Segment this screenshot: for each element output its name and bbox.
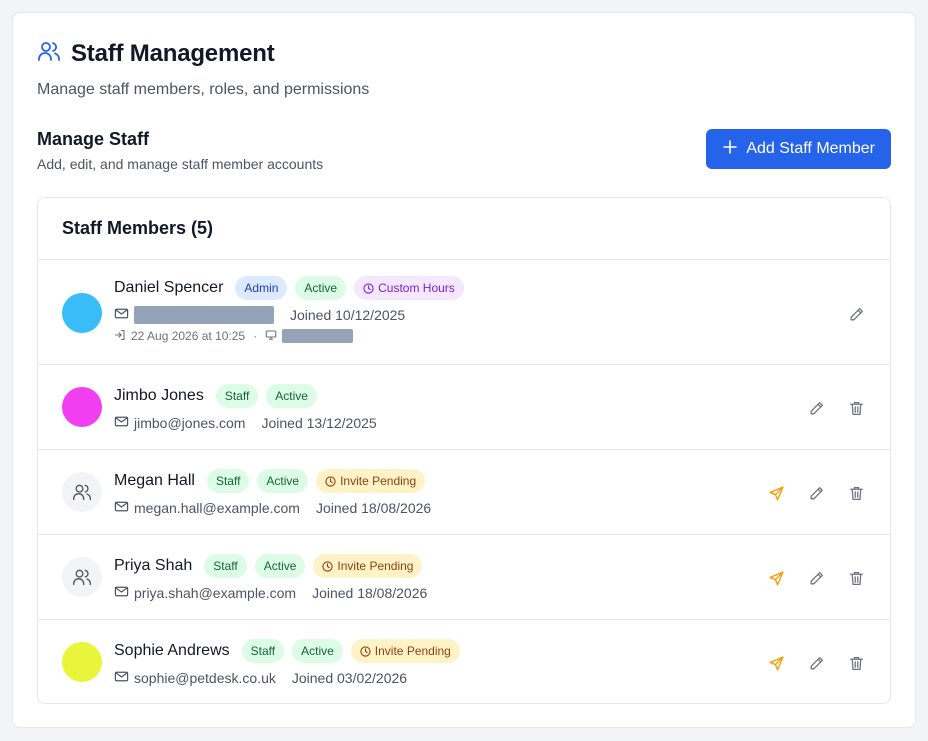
avatar bbox=[62, 557, 102, 597]
add-staff-member-button[interactable]: Add Staff Member bbox=[706, 129, 891, 169]
pencil-icon bbox=[810, 486, 823, 499]
staff-email: sophie@petdesk.co.uk bbox=[134, 670, 276, 686]
staff-members-list: Staff Members (5) Daniel Spencer Admin A… bbox=[37, 197, 891, 704]
pencil-icon bbox=[810, 656, 823, 669]
pencil-icon bbox=[810, 571, 823, 584]
joined-date: Joined 03/02/2026 bbox=[291, 670, 408, 686]
invite-pending-badge: Invite Pending bbox=[350, 639, 460, 663]
plus-icon bbox=[722, 139, 738, 160]
staff-email: priya.shah@example.com bbox=[134, 585, 297, 601]
staff-members-heading: Staff Members (5) bbox=[38, 198, 890, 260]
clock-icon bbox=[322, 560, 334, 572]
delete-button[interactable] bbox=[846, 483, 866, 503]
monitor-icon bbox=[265, 329, 282, 344]
last-login: 22 Aug 2026 at 10:25 bbox=[131, 329, 246, 343]
avatar bbox=[62, 293, 102, 333]
staff-name: Megan Hall bbox=[114, 472, 195, 489]
staff-row: Sophie Andrews Staff Active Invite Pendi… bbox=[38, 620, 890, 703]
status-badge: Active bbox=[254, 554, 306, 578]
mail-icon bbox=[114, 499, 134, 517]
trash-icon bbox=[849, 486, 863, 500]
status-badge: Active bbox=[292, 639, 343, 663]
mail-icon bbox=[114, 306, 134, 324]
mail-icon bbox=[114, 669, 134, 687]
edit-button[interactable] bbox=[806, 398, 826, 418]
joined-date: Joined 13/12/2025 bbox=[261, 415, 377, 431]
edit-button[interactable] bbox=[806, 483, 826, 503]
role-badge: Staff bbox=[204, 554, 247, 578]
invite-pending-badge: Invite Pending bbox=[316, 469, 426, 493]
staff-email: jimbo@jones.com bbox=[134, 415, 246, 431]
delete-button[interactable] bbox=[846, 653, 866, 673]
trash-icon bbox=[849, 656, 863, 670]
page-title: Staff Management bbox=[71, 39, 275, 67]
add-staff-member-label: Add Staff Member bbox=[746, 140, 875, 157]
resend-invite-button[interactable] bbox=[766, 483, 786, 503]
resend-invite-button[interactable] bbox=[766, 568, 786, 588]
avatar bbox=[62, 387, 102, 427]
avatar bbox=[62, 642, 102, 682]
joined-date: Joined 18/08/2026 bbox=[312, 585, 428, 601]
invite-pending-badge: Invite Pending bbox=[313, 554, 423, 578]
send-icon bbox=[768, 570, 784, 586]
section-title: Manage Staff bbox=[37, 129, 150, 149]
send-icon bbox=[768, 655, 784, 671]
staff-name: Jimbo Jones bbox=[114, 387, 204, 404]
status-badge: Active bbox=[257, 469, 309, 493]
trash-icon bbox=[849, 571, 863, 585]
send-icon bbox=[768, 485, 784, 501]
clock-icon bbox=[360, 645, 371, 657]
role-badge: Staff bbox=[206, 469, 250, 493]
resend-invite-button[interactable] bbox=[766, 653, 786, 673]
redacted-email bbox=[134, 306, 274, 324]
role-badge: Admin bbox=[235, 276, 288, 300]
staff-row: Jimbo Jones Staff Active jimbo@jones.com… bbox=[38, 365, 890, 450]
status-badge: Active bbox=[266, 384, 317, 408]
users-icon bbox=[73, 484, 92, 501]
role-badge: Staff bbox=[215, 384, 259, 408]
staff-management-card: Staff Management Manage staff members, r… bbox=[12, 12, 916, 728]
clock-icon bbox=[363, 282, 374, 294]
staff-name: Priya Shah bbox=[114, 557, 193, 574]
staff-email: megan.hall@example.com bbox=[134, 500, 300, 516]
staff-row: Daniel Spencer Admin Active Custom Hours… bbox=[38, 260, 890, 365]
page-header: Staff Management bbox=[37, 39, 275, 68]
users-icon bbox=[37, 39, 61, 68]
redacted-device bbox=[282, 329, 354, 343]
log-in-icon bbox=[114, 329, 131, 344]
role-badge: Staff bbox=[241, 639, 285, 663]
pencil-icon bbox=[810, 401, 823, 414]
mail-icon bbox=[114, 584, 134, 602]
joined-date: Joined 18/08/2026 bbox=[315, 500, 432, 516]
users-icon bbox=[73, 569, 92, 586]
mail-icon bbox=[114, 414, 134, 432]
edit-button[interactable] bbox=[806, 653, 826, 673]
delete-button[interactable] bbox=[846, 568, 866, 588]
section-description: Add, edit, and manage staff member accou… bbox=[37, 156, 324, 172]
trash-icon bbox=[849, 401, 863, 415]
edit-button[interactable] bbox=[806, 568, 826, 588]
custom-hours-badge: Custom Hours bbox=[354, 276, 464, 300]
status-badge: Active bbox=[295, 276, 347, 300]
staff-row: Megan Hall Staff Active Invite Pending m… bbox=[38, 450, 890, 535]
staff-name: Daniel Spencer bbox=[114, 279, 224, 296]
staff-row: Priya Shah Staff Active Invite Pending p… bbox=[38, 535, 890, 620]
avatar bbox=[62, 472, 102, 512]
pencil-icon bbox=[850, 307, 863, 320]
page-subtitle: Manage staff members, roles, and permiss… bbox=[37, 81, 370, 98]
edit-button[interactable] bbox=[846, 304, 866, 324]
clock-icon bbox=[325, 475, 336, 487]
delete-button[interactable] bbox=[846, 398, 866, 418]
joined-date: Joined 10/12/2025 bbox=[290, 307, 406, 323]
staff-name: Sophie Andrews bbox=[114, 642, 230, 659]
